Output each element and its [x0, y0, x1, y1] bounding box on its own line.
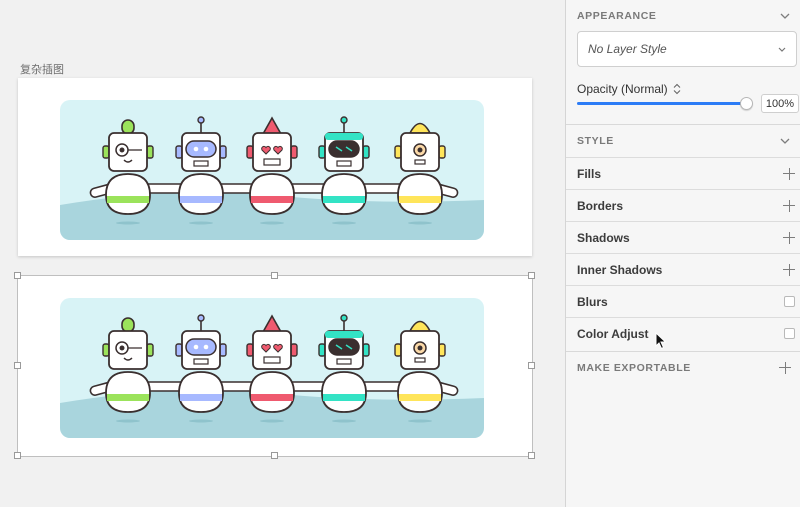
- resize-handle-top-right[interactable]: [528, 272, 535, 279]
- style-section-header[interactable]: STYLE: [566, 125, 800, 157]
- add-inner-shadow-plus-icon[interactable]: [783, 263, 795, 276]
- add-export-plus-icon[interactable]: [779, 361, 791, 374]
- robots-illustration-svg: [60, 100, 484, 240]
- mouse-cursor-icon: [655, 332, 667, 350]
- artboard-duplicate-selected[interactable]: [18, 276, 532, 456]
- resize-handle-bottom-center[interactable]: [271, 452, 278, 459]
- layer-style-value: No Layer Style: [588, 42, 667, 56]
- style-row-blurs[interactable]: Blurs: [566, 285, 800, 317]
- fills-label: Fills: [577, 166, 602, 181]
- resize-handle-top-center[interactable]: [271, 272, 278, 279]
- artboard-original[interactable]: [18, 78, 532, 256]
- artboard-title[interactable]: 复杂插图: [20, 61, 64, 77]
- chevron-down-icon[interactable]: [779, 10, 791, 22]
- add-shadow-plus-icon[interactable]: [783, 231, 795, 244]
- add-border-plus-icon[interactable]: [783, 199, 795, 212]
- appearance-title: APPEARANCE: [577, 10, 657, 22]
- resize-handle-bottom-left[interactable]: [14, 452, 21, 459]
- opacity-input[interactable]: 100%: [761, 94, 799, 113]
- color-adjust-label: Color Adjust: [577, 326, 649, 341]
- inspector-panel: APPEARANCE No Layer Style Opacity (Norma…: [565, 0, 800, 507]
- opacity-label-text: Opacity (Normal): [577, 82, 668, 96]
- opacity-slider-thumb[interactable]: [740, 97, 753, 110]
- style-row-fills[interactable]: Fills: [566, 157, 800, 189]
- chevron-down-icon: [778, 47, 786, 52]
- blurs-checkbox[interactable]: [784, 296, 795, 307]
- shadows-label: Shadows: [577, 230, 630, 245]
- style-row-color-adjust[interactable]: Color Adjust: [566, 317, 800, 349]
- resize-handle-top-left[interactable]: [14, 272, 21, 279]
- export-section-header[interactable]: MAKE EXPORTABLE: [566, 351, 800, 383]
- resize-handle-middle-right[interactable]: [528, 362, 535, 369]
- inner-shadows-label: Inner Shadows: [577, 262, 663, 277]
- blurs-label: Blurs: [577, 294, 608, 309]
- add-fill-plus-icon[interactable]: [783, 167, 795, 180]
- export-title: MAKE EXPORTABLE: [577, 361, 691, 374]
- style-row-borders[interactable]: Borders: [566, 189, 800, 221]
- up-down-chevron-icon[interactable]: [673, 83, 681, 95]
- borders-label: Borders: [577, 198, 624, 213]
- opacity-label[interactable]: Opacity (Normal): [577, 82, 681, 96]
- layer-style-dropdown[interactable]: No Layer Style: [577, 31, 797, 67]
- resize-handle-bottom-right[interactable]: [528, 452, 535, 459]
- canvas[interactable]: 复杂插图: [0, 0, 565, 507]
- resize-handle-middle-left[interactable]: [14, 362, 21, 369]
- robots-illustration: [60, 298, 484, 438]
- style-title: STYLE: [577, 135, 614, 147]
- opacity-slider-track[interactable]: [577, 102, 750, 105]
- color-adjust-checkbox[interactable]: [784, 328, 795, 339]
- style-row-inner-shadows[interactable]: Inner Shadows: [566, 253, 800, 285]
- chevron-down-icon[interactable]: [779, 135, 791, 147]
- style-row-shadows[interactable]: Shadows: [566, 221, 800, 253]
- robots-illustration: [60, 100, 484, 240]
- appearance-section-header[interactable]: APPEARANCE: [566, 0, 800, 32]
- robots-illustration-svg: [60, 298, 484, 438]
